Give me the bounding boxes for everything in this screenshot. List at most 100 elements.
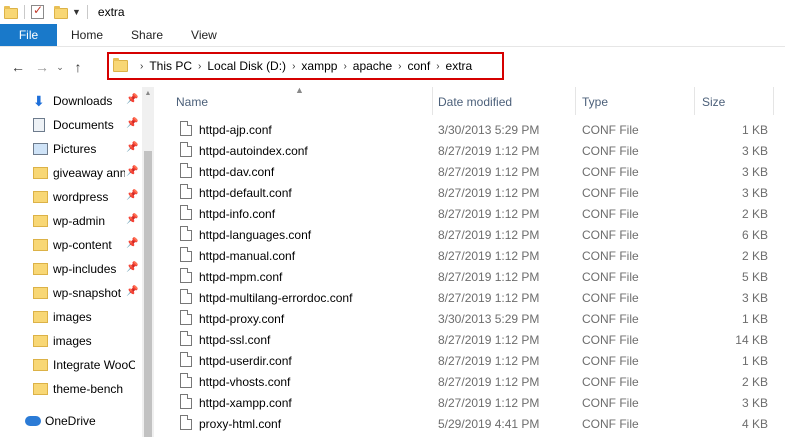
table-row[interactable]: httpd-info.conf 8/27/2019 1:12 PM CONF F… xyxy=(170,203,776,224)
sidebar-item-label: wp-snapshot xyxy=(53,286,122,300)
file-type: CONF File xyxy=(582,249,639,263)
breadcrumb-separator-icon[interactable]: › xyxy=(398,61,401,72)
sidebar-item-wp-snapshot[interactable]: wp-snapshot 📌 xyxy=(0,281,140,305)
breadcrumb-apache[interactable]: apache xyxy=(353,59,392,73)
sidebar-item-giveaway[interactable]: giveaway ann 📌 xyxy=(0,161,140,185)
sidebar-item-wp-includes[interactable]: wp-includes 📌 xyxy=(0,257,140,281)
pin-icon[interactable]: 📌 xyxy=(126,94,138,105)
file-type: CONF File xyxy=(582,312,639,326)
column-header-date[interactable]: Date modified xyxy=(438,95,512,109)
table-row[interactable]: httpd-autoindex.conf 8/27/2019 1:12 PM C… xyxy=(170,140,776,161)
breadcrumb-separator-icon[interactable]: › xyxy=(436,61,439,72)
pin-icon[interactable]: 📌 xyxy=(126,190,138,201)
recent-locations-chevron-icon[interactable]: ⌄ xyxy=(54,62,66,73)
sidebar-item-label: theme-bench xyxy=(53,382,124,396)
back-arrow-icon[interactable]: ← xyxy=(6,59,30,75)
sidebar-item-downloads[interactable]: ⬇ Downloads 📌 xyxy=(0,89,140,113)
pin-icon[interactable]: 📌 xyxy=(126,142,138,153)
file-name: httpd-xampp.conf xyxy=(199,396,292,410)
table-row[interactable]: httpd-default.conf 8/27/2019 1:12 PM CON… xyxy=(170,182,776,203)
sidebar-item-wordpress[interactable]: wordpress 📌 xyxy=(0,185,140,209)
up-arrow-icon[interactable]: ↑ xyxy=(66,59,90,75)
sidebar-item-images[interactable]: images xyxy=(0,305,140,329)
table-row[interactable]: proxy-html.conf 5/29/2019 4:41 PM CONF F… xyxy=(170,413,776,434)
pin-icon[interactable]: 📌 xyxy=(126,238,138,249)
pin-icon[interactable]: 📌 xyxy=(126,262,138,273)
breadcrumb-extra[interactable]: extra xyxy=(446,59,473,73)
column-divider[interactable] xyxy=(694,87,695,115)
table-row[interactable]: httpd-multilang-errordoc.conf 8/27/2019 … xyxy=(170,287,776,308)
sidebar-item-label: Downloads xyxy=(53,94,113,108)
file-name: httpd-info.conf xyxy=(199,207,276,221)
tab-home[interactable]: Home xyxy=(57,24,117,46)
sidebar-item-onedrive[interactable]: OneDrive xyxy=(0,409,140,433)
column-divider[interactable] xyxy=(575,87,576,115)
customize-toolbar-icon[interactable]: ▼ xyxy=(72,7,81,17)
breadcrumb-conf[interactable]: conf xyxy=(408,59,431,73)
breadcrumb-xampp[interactable]: xampp xyxy=(301,59,337,73)
file-size: 3 KB xyxy=(741,186,768,200)
sidebar-item-theme-bench[interactable]: theme-bench xyxy=(0,377,140,401)
file-type: CONF File xyxy=(582,165,639,179)
file-type: CONF File xyxy=(582,291,639,305)
file-size: 2 KB xyxy=(741,249,768,263)
column-divider[interactable] xyxy=(432,87,433,115)
sidebar-item-wp-admin[interactable]: wp-admin 📌 xyxy=(0,209,140,233)
sidebar-item-documents[interactable]: Documents 📌 xyxy=(0,113,140,137)
forward-arrow-icon[interactable]: → xyxy=(30,59,54,75)
table-row[interactable]: httpd-userdir.conf 8/27/2019 1:12 PM CON… xyxy=(170,350,776,371)
table-row[interactable]: httpd-proxy.conf 3/30/2013 5:29 PM CONF … xyxy=(170,308,776,329)
column-header-name[interactable]: Name xyxy=(176,95,208,109)
column-header-type[interactable]: Type xyxy=(582,95,608,109)
file-name: httpd-proxy.conf xyxy=(199,312,285,326)
sidebar-item-pictures[interactable]: Pictures 📌 xyxy=(0,137,140,161)
file-type: CONF File xyxy=(582,375,639,389)
table-row[interactable]: httpd-ssl.conf 8/27/2019 1:12 PM CONF Fi… xyxy=(170,329,776,350)
pin-icon[interactable]: 📌 xyxy=(126,214,138,225)
sort-ascending-icon: ▲ xyxy=(295,85,304,95)
download-icon: ⬇ xyxy=(33,93,45,109)
column-divider[interactable] xyxy=(773,87,774,115)
sidebar-item-integrate-wooco[interactable]: Integrate WooCo xyxy=(0,353,140,377)
file-list-scrollbar[interactable] xyxy=(773,115,785,437)
breadcrumb-local-disk[interactable]: Local Disk (D:) xyxy=(207,59,286,73)
table-row[interactable]: httpd-ajp.conf 3/30/2013 5:29 PM CONF Fi… xyxy=(170,119,776,140)
table-row[interactable]: httpd-languages.conf 8/27/2019 1:12 PM C… xyxy=(170,224,776,245)
file-size: 1 KB xyxy=(741,354,768,368)
scroll-up-icon[interactable]: ▲ xyxy=(142,87,154,101)
table-row[interactable]: httpd-mpm.conf 8/27/2019 1:12 PM CONF Fi… xyxy=(170,266,776,287)
tab-share[interactable]: Share xyxy=(117,24,177,46)
file-name: httpd-default.conf xyxy=(199,186,292,200)
properties-icon[interactable] xyxy=(31,3,44,19)
sidebar-item-label: giveaway ann xyxy=(53,166,125,180)
window-title: extra xyxy=(97,5,125,19)
breadcrumb-this-pc[interactable]: This PC xyxy=(149,59,192,73)
breadcrumb-separator-icon[interactable]: › xyxy=(140,61,143,72)
new-folder-icon[interactable] xyxy=(54,6,68,19)
scrollbar-thumb[interactable] xyxy=(144,151,152,437)
table-row[interactable]: httpd-vhosts.conf 8/27/2019 1:12 PM CONF… xyxy=(170,371,776,392)
sidebar-item-images[interactable]: images xyxy=(0,329,140,353)
navigation-pane: ⬇ Downloads 📌 Documents 📌 Pictures 📌 giv… xyxy=(0,87,154,437)
sidebar-scrollbar[interactable]: ▲ xyxy=(142,87,154,437)
tab-view[interactable]: View xyxy=(177,24,231,46)
file-icon xyxy=(180,394,192,409)
folder-icon xyxy=(113,58,128,72)
table-row[interactable]: httpd-dav.conf 8/27/2019 1:12 PM CONF Fi… xyxy=(170,161,776,182)
table-row[interactable]: httpd-xampp.conf 8/27/2019 1:12 PM CONF … xyxy=(170,392,776,413)
address-bar[interactable]: › This PC › Local Disk (D:) › xampp › ap… xyxy=(107,52,504,80)
pin-icon[interactable]: 📌 xyxy=(126,166,138,177)
breadcrumb-separator-icon[interactable]: › xyxy=(292,61,295,72)
file-date: 8/27/2019 1:12 PM xyxy=(438,396,540,410)
pin-icon[interactable]: 📌 xyxy=(126,118,138,129)
folder-icon[interactable] xyxy=(4,6,18,19)
breadcrumb-separator-icon[interactable]: › xyxy=(198,61,201,72)
file-icon xyxy=(180,226,192,241)
breadcrumb-separator-icon[interactable]: › xyxy=(343,61,346,72)
file-type: CONF File xyxy=(582,396,639,410)
table-row[interactable]: httpd-manual.conf 8/27/2019 1:12 PM CONF… xyxy=(170,245,776,266)
tab-file[interactable]: File xyxy=(0,24,57,46)
sidebar-item-wp-content[interactable]: wp-content 📌 xyxy=(0,233,140,257)
pin-icon[interactable]: 📌 xyxy=(126,286,138,297)
column-header-size[interactable]: Size xyxy=(702,95,725,109)
